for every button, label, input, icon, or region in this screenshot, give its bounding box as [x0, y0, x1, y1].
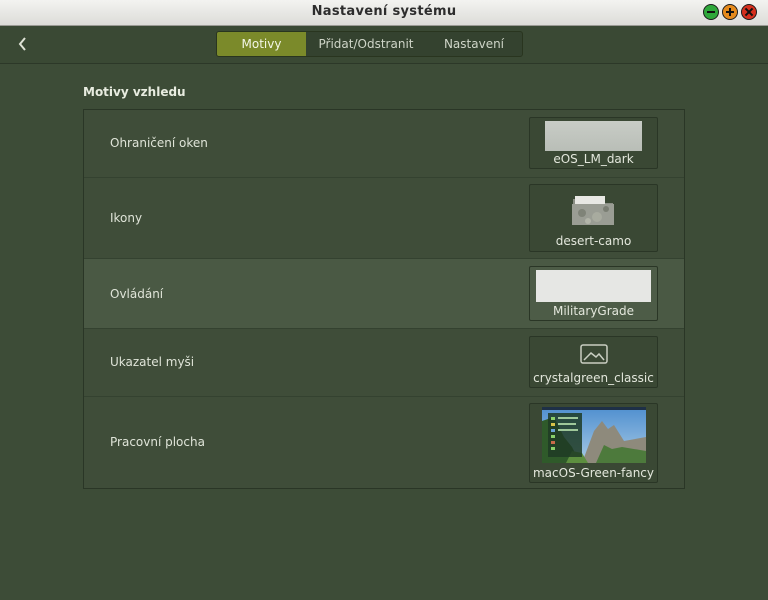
tab-bar: Motivy vzhledu Přidat/Odstranit Nastaven… [216, 31, 523, 57]
themes-panel: Ohraničení oken eOS_LM_dark Ikony desert… [83, 109, 685, 489]
desktop-wallpaper-preview [542, 407, 646, 463]
theme-value: MilitaryGrade [552, 304, 635, 318]
settings-window: Nastavení systému Motivy vzhledu Přidat/… [0, 0, 768, 600]
tab-pridat-odstranit[interactable]: Přidat/Odstranit [306, 32, 426, 56]
section-title: Motivy vzhledu [83, 85, 186, 99]
theme-value: eOS_LM_dark [553, 152, 634, 166]
title-bar: Nastavení systému [0, 0, 768, 26]
folder-icon [572, 196, 614, 225]
theme-value: macOS-Green-fancy [532, 466, 655, 480]
image-placeholder-icon [580, 344, 608, 364]
chevron-left-icon [18, 37, 26, 51]
tab-motivy-vzhledu[interactable]: Motivy vzhledu [217, 32, 306, 56]
theme-button-desktop[interactable]: macOS-Green-fancy [529, 403, 658, 483]
controls-preview [536, 270, 651, 302]
row-desktop: Pracovní plocha macOS-Green-fancy [84, 397, 684, 488]
theme-value: desert-camo [555, 234, 632, 248]
row-controls: Ovládání MilitaryGrade [84, 259, 684, 329]
theme-button-controls[interactable]: MilitaryGrade [529, 266, 658, 321]
maximize-icon[interactable] [722, 4, 738, 20]
header-bar: Motivy vzhledu Přidat/Odstranit Nastaven… [0, 26, 768, 64]
row-label: Ukazatel myši [110, 355, 195, 369]
row-label: Ohraničení oken [110, 136, 208, 150]
window-title: Nastavení systému [311, 4, 457, 19]
row-window-borders: Ohraničení oken eOS_LM_dark [84, 110, 684, 178]
row-label: Ovládání [110, 287, 164, 301]
back-button[interactable] [14, 34, 32, 54]
row-label: Ikony [110, 211, 143, 225]
theme-button-window-borders[interactable]: eOS_LM_dark [529, 117, 658, 169]
close-icon[interactable] [741, 4, 757, 20]
theme-value: crystalgreen_classic [533, 371, 654, 385]
row-label: Pracovní plocha [110, 435, 205, 449]
tab-nastaveni[interactable]: Nastavení [426, 32, 522, 56]
row-mouse-pointer: Ukazatel myši crystalgreen_classic [84, 329, 684, 397]
theme-button-icons[interactable]: desert-camo [529, 184, 658, 252]
window-border-preview [545, 121, 642, 151]
minimize-icon[interactable] [703, 4, 719, 20]
theme-button-mouse-pointer[interactable]: crystalgreen_classic [529, 336, 658, 388]
row-icons: Ikony desert-camo [84, 178, 684, 259]
